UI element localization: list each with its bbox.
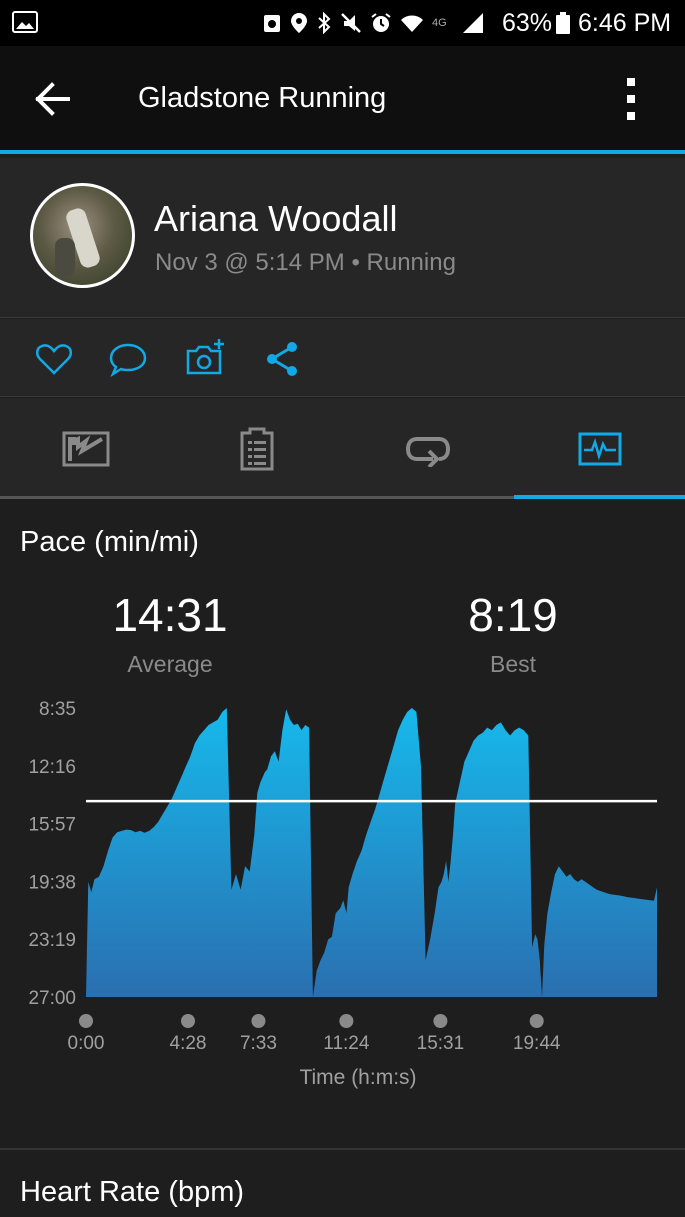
best-pace-label: Best <box>489 651 537 677</box>
laps-icon <box>405 436 450 467</box>
alarm-icon <box>371 13 391 32</box>
like-icon[interactable] <box>34 339 74 379</box>
more-options-icon[interactable] <box>618 76 644 122</box>
pace-area-series <box>86 708 657 997</box>
section-divider <box>0 1148 685 1150</box>
battery-icon <box>556 12 570 34</box>
app-bar: Gladstone Running <box>0 46 685 154</box>
y-tick-label: 12:16 <box>28 757 76 778</box>
wifi-icon <box>401 15 423 32</box>
x-tick-marker[interactable] <box>181 1014 196 1028</box>
status-icons: 4G <box>262 10 484 36</box>
x-tick-label: 11:24 <box>323 1033 370 1054</box>
x-tick-label: 0:00 <box>68 1033 105 1054</box>
action-bar <box>0 319 685 397</box>
activity-header: Ariana Woodall Nov 3 @ 5:14 PM • Running <box>0 158 685 318</box>
tab-laps[interactable] <box>342 398 513 499</box>
battery-percent: 63% <box>502 9 553 37</box>
tab-charts[interactable] <box>514 398 685 499</box>
y-tick-label: 15:57 <box>28 815 76 836</box>
network-label: 4G <box>432 17 447 29</box>
comment-icon[interactable] <box>108 339 148 379</box>
mute-icon <box>341 13 361 33</box>
y-tick-label: 19:38 <box>28 872 76 893</box>
pace-section-title: Pace (min/mi) <box>20 526 199 558</box>
y-tick-label: 23:19 <box>28 930 76 951</box>
average-pace-value: 14:31 <box>112 589 228 641</box>
map-icon <box>62 431 109 466</box>
best-pace-value: 8:19 <box>468 589 558 641</box>
add-photo-icon[interactable] <box>184 339 224 379</box>
back-arrow-icon[interactable] <box>34 82 72 116</box>
average-pace-label: Average <box>127 651 213 677</box>
bluetooth-icon <box>318 12 331 34</box>
x-tick-marker[interactable] <box>339 1014 354 1028</box>
document-icon <box>240 427 273 470</box>
charts-content: Pace (min/mi) 14:31 Average 8:19 Best 8:… <box>0 500 685 1217</box>
chart-icon <box>578 432 621 465</box>
avatar[interactable] <box>30 183 135 288</box>
pace-chart[interactable]: 8:35 12:16 15:57 19:38 23:19 27:00 0:00 4:28 7:… <box>0 680 685 1100</box>
y-tick-label: 8:35 <box>39 699 76 720</box>
appbar-accent-line <box>0 150 685 154</box>
x-tick-marker[interactable] <box>529 1014 544 1028</box>
heart-rate-section-title: Heart Rate (bpm) <box>20 1176 245 1208</box>
page-title: Gladstone Running <box>138 82 387 114</box>
tab-map[interactable] <box>0 398 171 499</box>
signal-icon <box>463 13 483 33</box>
active-tab-indicator <box>514 495 685 499</box>
user-name[interactable]: Ariana Woodall <box>154 198 397 240</box>
x-tick-marker[interactable] <box>433 1014 448 1028</box>
x-tick-label: 15:31 <box>417 1033 465 1054</box>
y-tick-label: 27:00 <box>28 988 76 1009</box>
activity-tabs <box>0 398 685 499</box>
x-tick-label: 4:28 <box>170 1033 207 1054</box>
activity-meta: Nov 3 @ 5:14 PM • Running <box>155 249 456 276</box>
avatar-figure-dog <box>55 238 75 276</box>
auto-sync-icon <box>264 15 280 32</box>
x-tick-label: 7:33 <box>240 1033 277 1054</box>
x-tick-marker[interactable] <box>79 1014 93 1028</box>
tab-details[interactable] <box>171 398 342 499</box>
clock-time: 6:46 PM <box>578 9 672 37</box>
share-icon[interactable] <box>262 339 302 379</box>
x-tick-label: 19:44 <box>513 1033 561 1054</box>
x-tick-marker[interactable] <box>251 1014 266 1028</box>
location-icon <box>291 13 307 33</box>
image-icon <box>12 11 38 33</box>
status-bar: 4G 63% 6:46 PM <box>0 0 685 46</box>
x-axis-label: Time (h:m:s) <box>299 1066 416 1089</box>
